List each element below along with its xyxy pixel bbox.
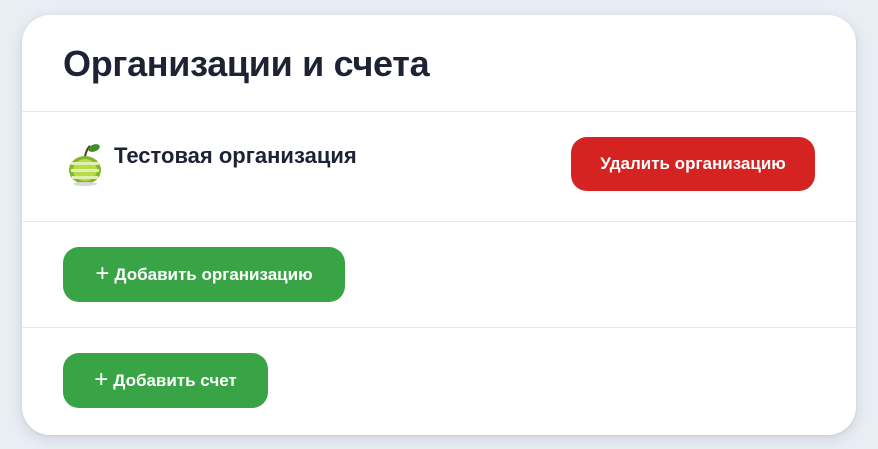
- page-title: Организации и счета: [63, 43, 430, 84]
- add-organization-button[interactable]: + Добавить организацию: [63, 247, 345, 302]
- plus-icon: +: [94, 365, 109, 393]
- add-account-label: Добавить счет: [113, 370, 237, 390]
- plus-icon: +: [95, 259, 110, 287]
- add-organization-row: + Добавить организацию: [22, 221, 856, 328]
- add-account-button[interactable]: + Добавить счет: [63, 353, 268, 408]
- green-apple-logo-icon: [69, 144, 101, 186]
- organization-name: Тестовая организация: [114, 143, 357, 168]
- organizations-card: Организации и счета Тестовая организация…: [22, 15, 856, 435]
- organization-row: Тестовая организация Удалить организацию: [22, 111, 856, 222]
- add-account-row: + Добавить счет: [22, 327, 856, 435]
- delete-organization-button[interactable]: Удалить организацию: [571, 137, 815, 191]
- add-organization-label: Добавить организацию: [114, 264, 313, 284]
